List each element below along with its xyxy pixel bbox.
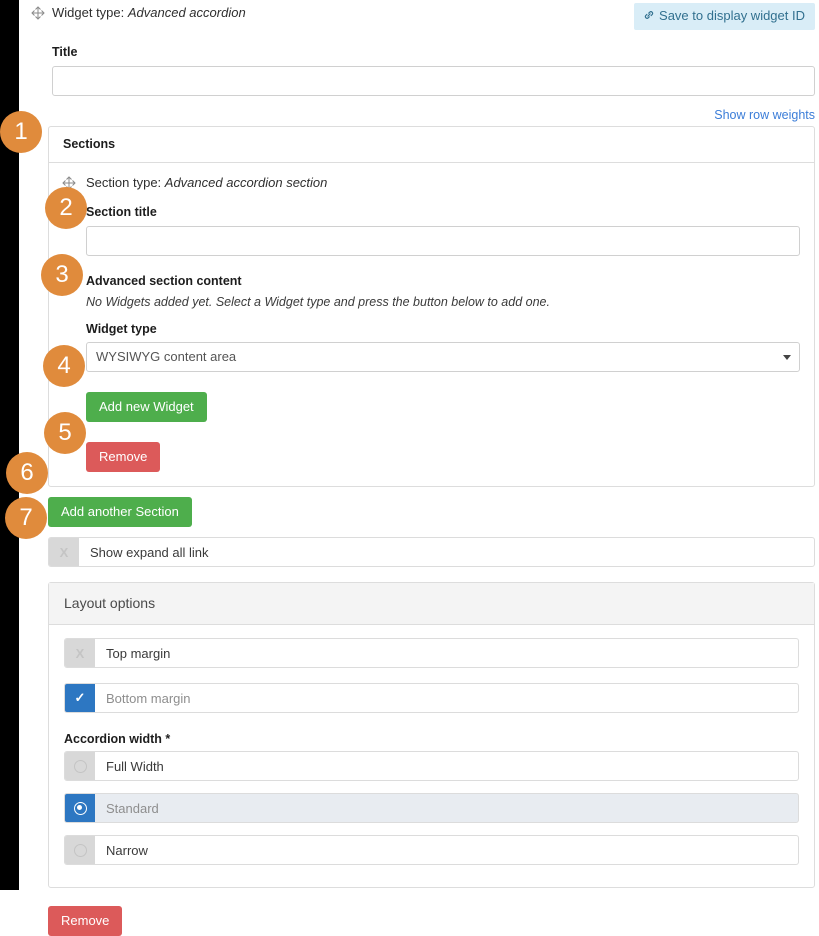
annotation-badge-1: 1 [0,111,42,153]
section-title-input[interactable] [86,226,800,256]
checkbox-glyph-bottom-margin[interactable]: ✓ [65,684,95,712]
widget-type-select-block: Widget type WYSIWYG content area [86,322,800,372]
top-margin-label: Top margin [106,645,171,661]
title-label: Title [52,45,78,59]
radio-glyph-narrow[interactable] [65,836,95,864]
checkbox-glyph-top-margin[interactable]: X [65,639,95,667]
layout-options-header: Layout options [49,583,814,625]
radio-glyph-full-width[interactable] [65,752,95,780]
radio-circle-icon [73,759,87,773]
show-row-weights-link[interactable]: Show row weights [714,108,815,122]
radio-glyph-standard[interactable] [65,794,95,822]
add-new-widget-button[interactable]: Add new Widget [86,392,207,422]
section-type-prefix: Section type: [86,175,165,190]
annotation-badge-2: 2 [45,187,87,229]
sections-panel: Sections Section type: Advanced accordio… [48,126,815,487]
radio-row-standard[interactable]: Standard [64,793,799,823]
standard-label: Standard [106,800,159,816]
section-item: Section type: Advanced accordion section… [49,163,814,486]
widget-type-select[interactable]: WYSIWYG content area [86,342,800,372]
annotation-badge-5: 5 [44,412,86,454]
section-title-label: Section title [86,205,157,219]
show-expand-all-label: Show expand all link [90,544,209,560]
bottom-margin-checkbox-row[interactable]: ✓ Bottom margin [64,683,799,713]
title-field-block: Title [19,35,819,96]
widget-type-prefix: Widget type: [52,5,128,20]
radio-row-full-width[interactable]: Full Width [64,751,799,781]
full-width-label: Full Width [106,758,164,774]
accordion-width-radio-group: Full Width Standard Narrow [64,751,799,865]
bottom-remove-wrap: Remove [48,906,815,936]
section-type-text: Section type: Advanced accordion section [86,175,814,190]
show-expand-all-row: X Show expand all link [48,537,815,567]
advanced-section-content-label: Advanced section content [86,274,242,288]
section-remove-button-wrap: Remove [86,442,800,474]
widget-type-select-label: Widget type [86,322,157,336]
save-widget-id-label: Save to display widget ID [659,8,805,23]
show-expand-all-checkbox-row[interactable]: X Show expand all link [48,537,815,567]
layout-options-panel: Layout options X Top margin ✓ Bottom mar… [48,582,815,888]
row-weights-area: Show row weights [19,96,819,126]
sections-panel-header: Sections [49,127,814,163]
save-widget-id-badge[interactable]: Save to display widget ID [634,3,815,30]
annotation-badge-6: 6 [6,452,48,494]
layout-options-body: X Top margin ✓ Bottom margin Accordion w… [49,625,814,887]
move-handle-icon[interactable] [31,6,45,20]
add-another-section-wrap: Add another Section [48,497,815,527]
radio-circle-selected-icon [73,801,87,815]
no-widgets-helper-text: No Widgets added yet. Select a Widget ty… [86,295,550,309]
remove-section-button[interactable]: Remove [86,442,161,472]
section-body: Section title Advanced section content N… [49,190,814,486]
accordion-width-label: Accordion width * [64,732,171,746]
checkbox-glyph-expand-all[interactable]: X [49,538,79,566]
section-type-value: Advanced accordion section [164,175,328,190]
widget-header-row: Widget type: Advanced accordion Save to … [19,0,819,35]
widget-form-page: Widget type: Advanced accordion Save to … [19,0,819,936]
add-widget-button-wrap: Add new Widget [86,392,800,422]
advanced-section-content-block: Advanced section content No Widgets adde… [86,274,800,309]
radio-circle-icon [73,843,87,857]
remove-widget-button[interactable]: Remove [48,906,123,936]
widget-type-select-wrap: WYSIWYG content area [86,342,800,372]
annotation-badge-4: 4 [43,345,85,387]
narrow-label: Narrow [106,842,148,858]
radio-row-narrow[interactable]: Narrow [64,835,799,865]
add-another-section-button[interactable]: Add another Section [48,497,192,527]
annotation-badge-7: 7 [5,497,47,539]
bottom-margin-label: Bottom margin [106,690,191,706]
widget-type-value: Advanced accordion [127,5,246,20]
top-margin-checkbox-row[interactable]: X Top margin [64,638,799,668]
link-icon [643,9,655,23]
annotation-badge-3: 3 [41,254,83,296]
title-input[interactable] [52,66,815,96]
widget-type-text: Widget type: Advanced accordion [52,5,246,20]
